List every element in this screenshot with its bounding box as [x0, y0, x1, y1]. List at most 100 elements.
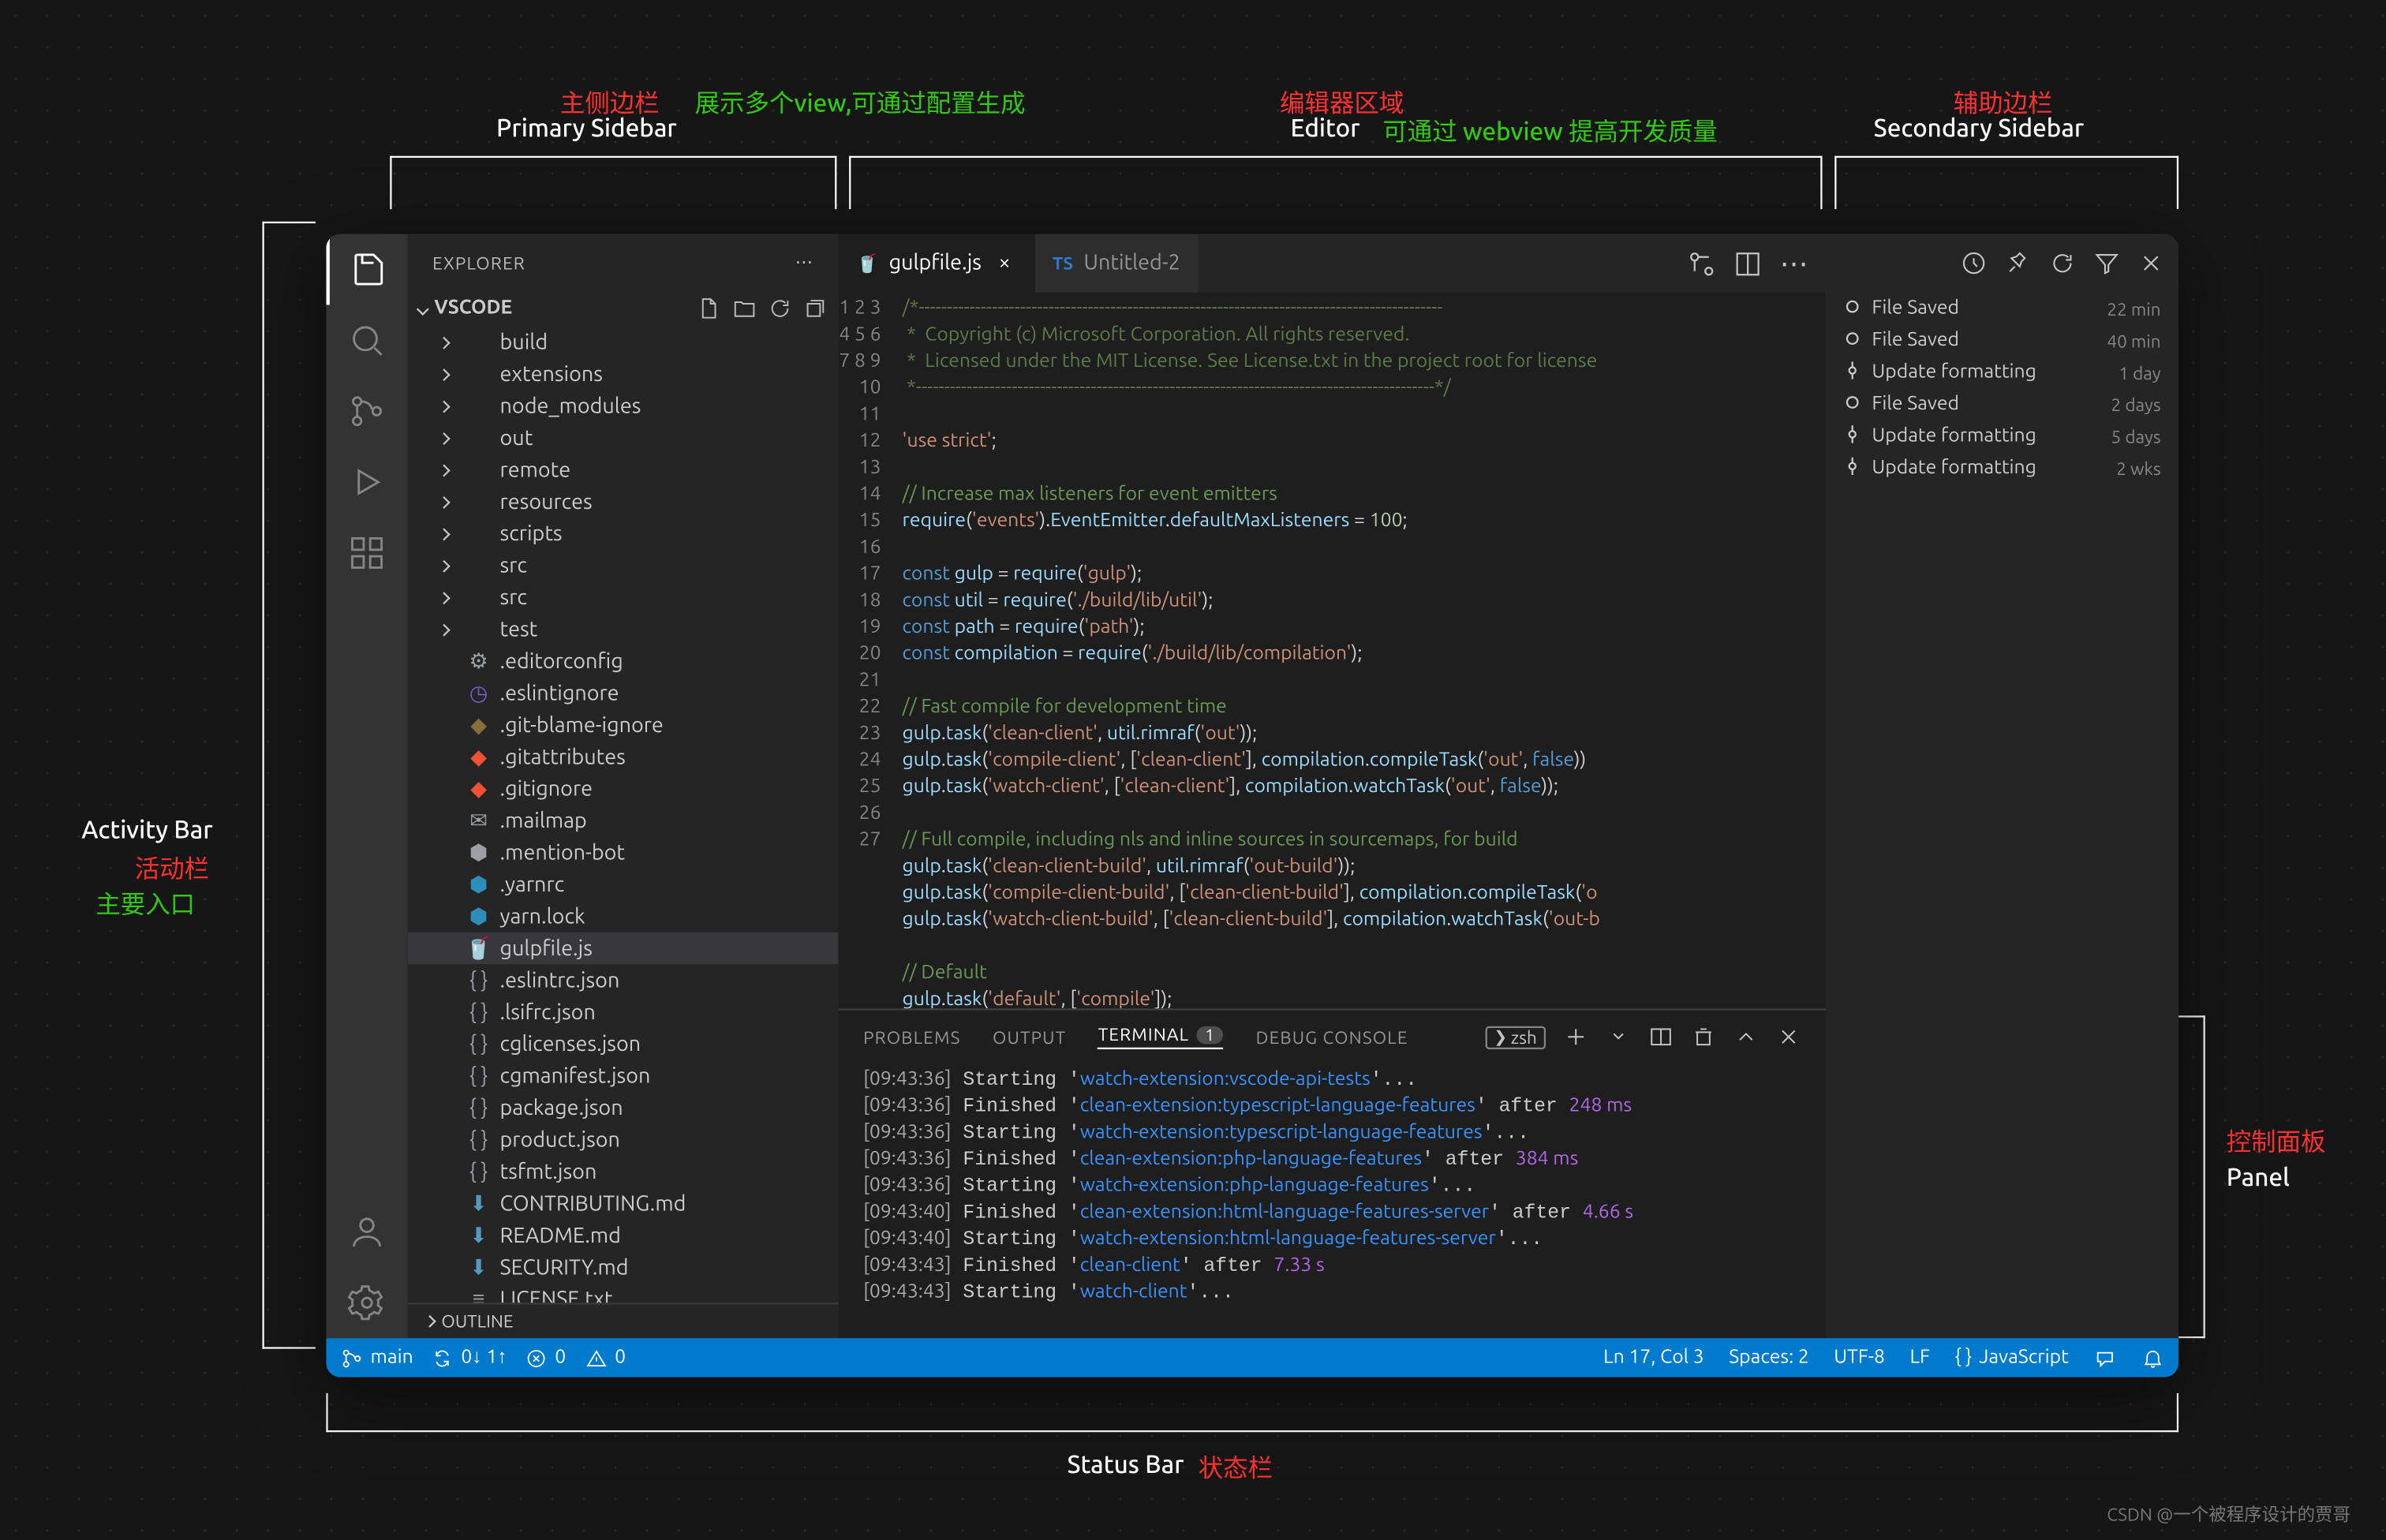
file-icon: { } — [465, 1160, 493, 1183]
terminal-new-icon[interactable] — [1564, 1025, 1588, 1049]
panel-tab-debug console[interactable]: DEBUG CONSOLE — [1256, 1027, 1408, 1047]
file-.eslintrc.json[interactable]: { }.eslintrc.json — [408, 964, 839, 996]
sidebar-outline[interactable]: OUTLINE — [408, 1303, 839, 1338]
file-icon: { } — [465, 1033, 493, 1056]
file-package.json[interactable]: { }package.json — [408, 1092, 839, 1123]
file-icon: ⬢ — [465, 840, 493, 865]
folder-scripts[interactable]: scripts — [408, 518, 839, 549]
file-cgmanifest.json[interactable]: { }cgmanifest.json — [408, 1060, 839, 1091]
status-eol[interactable]: LF — [1909, 1347, 1930, 1368]
timeline-list: File Saved22 minFile Saved40 minUpdate f… — [1826, 293, 2178, 484]
activity-extensions-icon[interactable] — [326, 518, 407, 589]
tab-gulpfile.js[interactable]: 🥤gulpfile.js× — [839, 234, 1035, 293]
file-gulpfile.js[interactable]: 🥤gulpfile.js — [408, 933, 839, 964]
tab-icon: 🥤 — [856, 252, 878, 274]
file-name: package.json — [500, 1097, 623, 1119]
filter-icon[interactable] — [2093, 250, 2120, 277]
file-.yarnrc[interactable]: ⬢.yarnrc — [408, 869, 839, 900]
file-icon: { } — [465, 1064, 493, 1087]
file-icon: ⬢ — [465, 872, 493, 896]
sidebar-section[interactable]: VSCODE — [408, 290, 839, 326]
folder-resources[interactable]: resources — [408, 486, 839, 518]
file-name: src — [500, 586, 527, 609]
sidebar-more-icon[interactable]: ⋯ — [795, 252, 814, 273]
status-sync[interactable]: 0↓ 1↑ — [431, 1346, 507, 1369]
timeline-item[interactable]: File Saved40 min — [1826, 324, 2178, 356]
file-.mention-bot[interactable]: ⬢.mention-bot — [408, 836, 839, 868]
panel-tab-problems[interactable]: PROBLEMS — [863, 1027, 960, 1047]
status-spaces[interactable]: Spaces: 2 — [1729, 1347, 1809, 1368]
timeline-item[interactable]: File Saved22 min — [1826, 293, 2178, 324]
file-icon: { } — [465, 1128, 493, 1151]
file-name: remote — [500, 458, 571, 481]
file-SECURITY.md[interactable]: ⬇SECURITY.md — [408, 1251, 839, 1283]
status-feedback-icon[interactable] — [2093, 1346, 2116, 1369]
status-cursor[interactable]: Ln 17, Col 3 — [1603, 1347, 1704, 1368]
file-icon: ⬇ — [465, 1191, 493, 1216]
file-.gitignore[interactable]: ◆.gitignore — [408, 773, 839, 805]
timeline-item[interactable]: Update formatting1 day — [1826, 357, 2178, 388]
activity-search-icon[interactable] — [326, 305, 407, 376]
file-yarn.lock[interactable]: ⬢yarn.lock — [408, 900, 839, 932]
terminal-dropdown-icon[interactable] — [1606, 1025, 1630, 1049]
folder-build[interactable]: build — [408, 326, 839, 357]
panel-tab-terminal[interactable]: TERMINAL1 — [1098, 1025, 1224, 1049]
editor-more-icon[interactable]: ⋯ — [1780, 249, 1808, 278]
file-product.json[interactable]: { }product.json — [408, 1123, 839, 1155]
code-body[interactable]: /*--------------------------------------… — [903, 293, 1826, 1009]
terminal-kill-icon[interactable] — [1691, 1025, 1715, 1049]
file-.lsifrc.json[interactable]: { }.lsifrc.json — [408, 996, 839, 1028]
collapse-all-icon[interactable] — [803, 296, 828, 320]
activity-account-icon[interactable] — [326, 1196, 407, 1267]
file-icon: ≡ — [465, 1287, 493, 1303]
terminal-profile[interactable]: ❯ zsh — [1485, 1026, 1546, 1048]
activity-explorer-icon[interactable] — [326, 234, 407, 305]
folder-src[interactable]: src — [408, 581, 839, 613]
activity-scm-icon[interactable] — [326, 376, 407, 447]
folder-src[interactable]: src — [408, 549, 839, 581]
file-.eslintignore[interactable]: ◷.eslintignore — [408, 677, 839, 708]
timeline-item[interactable]: File Saved2 days — [1826, 388, 2178, 420]
folder-test[interactable]: test — [408, 613, 839, 645]
activity-debug-icon[interactable] — [326, 447, 407, 518]
status-language[interactable]: { } JavaScript — [1955, 1347, 2069, 1368]
panel-close-icon[interactable] — [1776, 1025, 1801, 1049]
folder-node_modules[interactable]: node_modules — [408, 390, 839, 421]
tab-close-icon[interactable]: × — [992, 251, 1016, 275]
file-README.md[interactable]: ⬇README.md — [408, 1220, 839, 1251]
pin-icon[interactable] — [2005, 250, 2032, 277]
status-encoding[interactable]: UTF-8 — [1834, 1347, 1885, 1368]
refresh-icon[interactable] — [768, 296, 792, 320]
timeline-label: Update formatting — [1872, 361, 2036, 383]
timeline-item[interactable]: Update formatting5 days — [1826, 420, 2178, 451]
split-editor-icon[interactable] — [1733, 249, 1762, 278]
file-.editorconfig[interactable]: ⚙.editorconfig — [408, 645, 839, 677]
tab-Untitled-2[interactable]: TSUntitled-2 — [1034, 234, 1198, 293]
file-.mailmap[interactable]: ✉.mailmap — [408, 805, 839, 836]
file-CONTRIBUTING.md[interactable]: ⬇CONTRIBUTING.md — [408, 1187, 839, 1219]
file-.gitattributes[interactable]: ◆.gitattributes — [408, 741, 839, 772]
file-.git-blame-ignore[interactable]: ◆.git-blame-ignore — [408, 709, 839, 741]
panel-maximize-icon[interactable] — [1733, 1025, 1758, 1049]
panel-tab-output[interactable]: OUTPUT — [993, 1027, 1066, 1047]
file-tsfmt.json[interactable]: { }tsfmt.json — [408, 1156, 839, 1187]
terminal-body[interactable]: [09:43:36] Starting 'watch-extension:vsc… — [839, 1063, 1826, 1338]
status-problems[interactable]: 0 0 — [525, 1346, 626, 1369]
file-cglicenses.json[interactable]: { }cglicenses.json — [408, 1028, 839, 1060]
timeline-icon[interactable] — [1961, 250, 1988, 277]
timeline-label: Update formatting — [1872, 425, 2036, 447]
new-folder-icon[interactable] — [732, 296, 757, 320]
terminal-split-icon[interactable] — [1648, 1025, 1673, 1049]
compare-changes-icon[interactable] — [1688, 249, 1716, 278]
close-icon[interactable] — [2137, 250, 2164, 277]
activity-settings-icon[interactable] — [326, 1267, 407, 1338]
status-branch[interactable]: main — [340, 1346, 413, 1369]
folder-remote[interactable]: remote — [408, 454, 839, 485]
timeline-item[interactable]: Update formatting2 wks — [1826, 452, 2178, 484]
folder-extensions[interactable]: extensions — [408, 358, 839, 390]
refresh-icon[interactable] — [2049, 250, 2076, 277]
new-file-icon[interactable] — [697, 296, 721, 320]
status-bell-icon[interactable] — [2141, 1346, 2164, 1369]
folder-out[interactable]: out — [408, 422, 839, 454]
file-LICENSE.txt[interactable]: ≡LICENSE.txt — [408, 1284, 839, 1303]
